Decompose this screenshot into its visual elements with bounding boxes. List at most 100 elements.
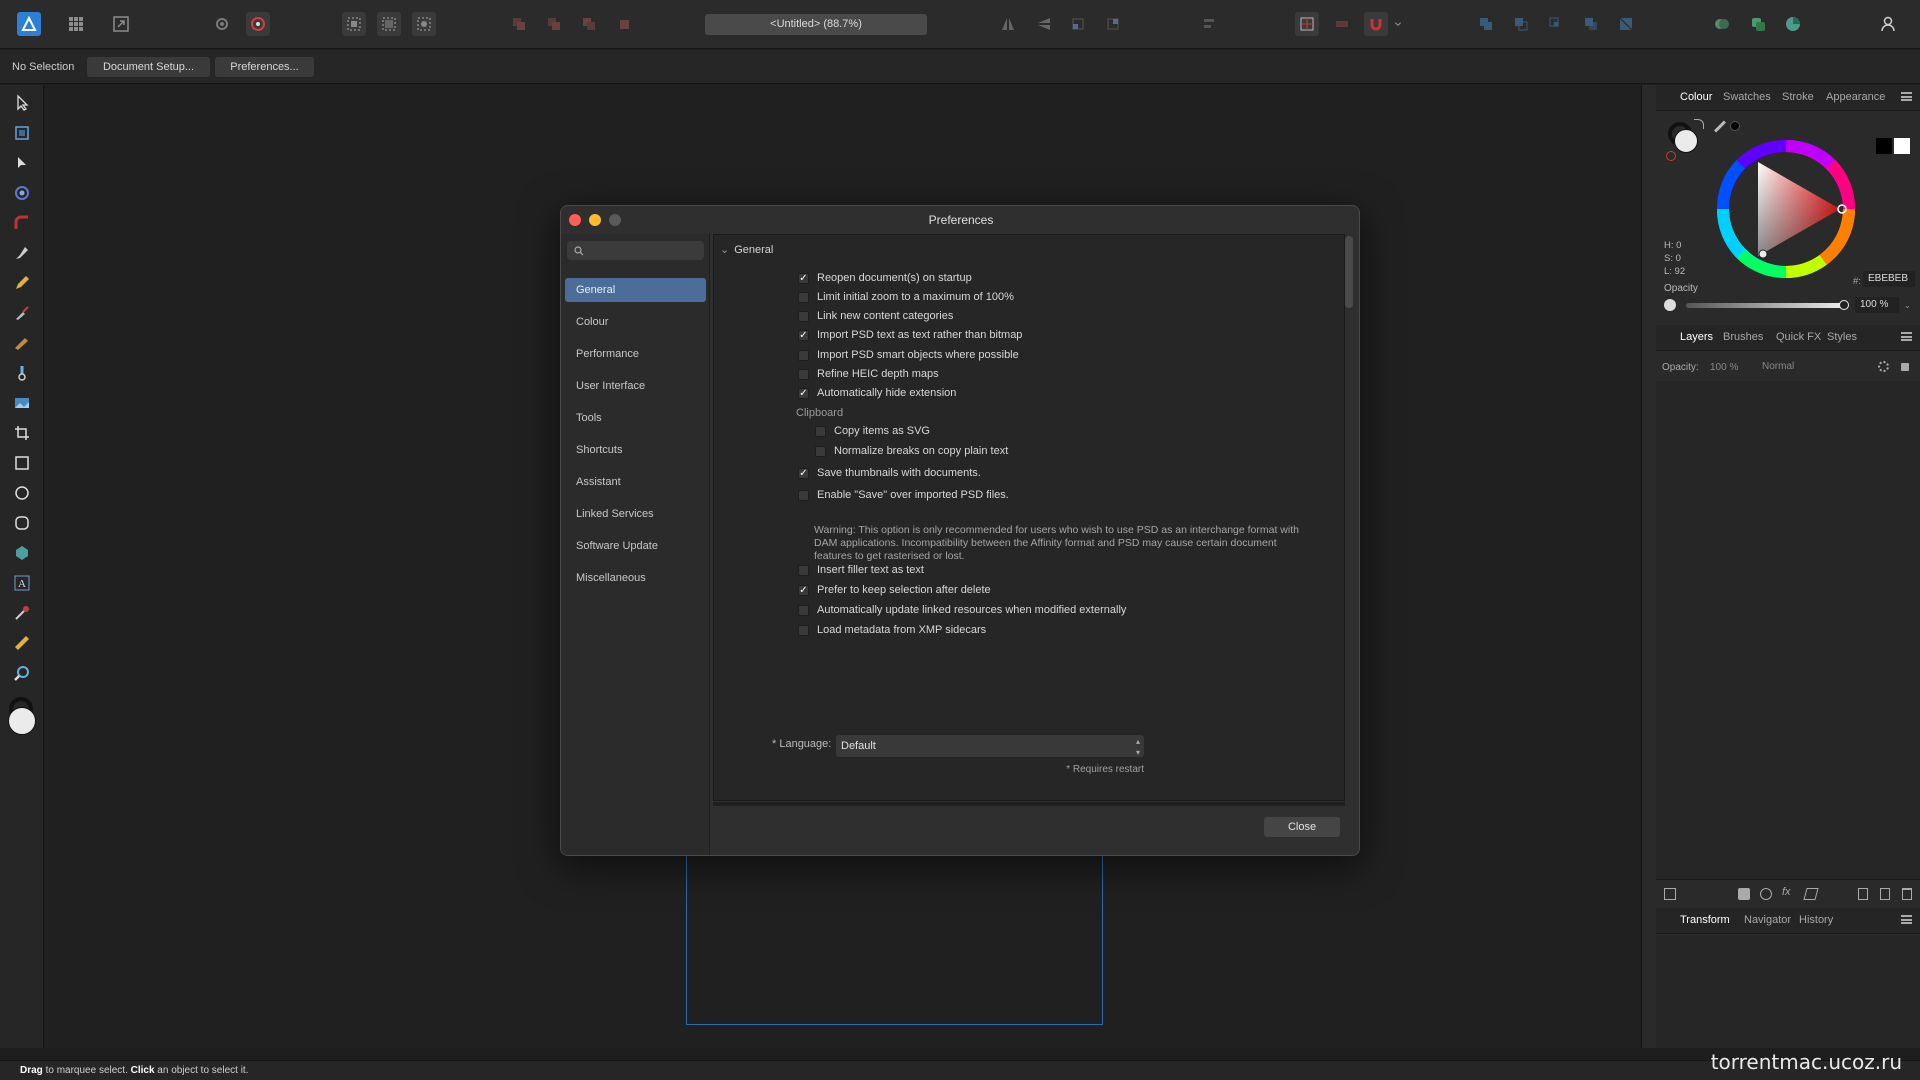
move-front-icon[interactable]: [612, 12, 636, 36]
swap-colours-icon[interactable]: [1694, 119, 1704, 129]
sidebar-item-colour[interactable]: Colour: [565, 310, 706, 334]
rotate-right-icon[interactable]: [1101, 12, 1125, 36]
place-image-tool-icon[interactable]: [10, 391, 34, 415]
document-setup-button[interactable]: Document Setup...: [87, 57, 210, 77]
sidebar-item-miscellaneous[interactable]: Miscellaneous: [565, 566, 706, 590]
text-tool-icon[interactable]: A: [10, 571, 34, 595]
preferences-button[interactable]: Preferences...: [215, 57, 314, 77]
white-swatch[interactable]: [1894, 138, 1910, 154]
flip-vertical-icon[interactable]: [1032, 12, 1056, 36]
checkbox[interactable]: [798, 624, 809, 636]
hex-value-field[interactable]: EBEBEB: [1863, 271, 1915, 287]
sidebar-item-performance[interactable]: Performance: [565, 342, 706, 366]
fill-stroke-color-well[interactable]: [8, 697, 36, 739]
picked-colour-swatch[interactable]: [1730, 121, 1740, 131]
colour-fill-circle[interactable]: [1674, 129, 1698, 153]
align-icon[interactable]: [1198, 12, 1222, 36]
studio-link-icon[interactable]: [1710, 12, 1734, 36]
boolean-xor-icon[interactable]: [1579, 12, 1603, 36]
option-import-psd-smart-objects[interactable]: Import PSD smart objects where possible: [798, 347, 1019, 363]
tab-swatches[interactable]: Swatches: [1723, 91, 1771, 103]
preferences-search-input[interactable]: [567, 241, 704, 260]
boolean-divide-icon[interactable]: [1614, 12, 1638, 36]
node-tool-icon[interactable]: [10, 151, 34, 175]
no-colour-icon[interactable]: [1666, 151, 1676, 161]
layer-opacity-value[interactable]: 100 %: [1710, 362, 1738, 373]
tab-transform[interactable]: Transform: [1680, 914, 1730, 926]
zoom-tool-icon[interactable]: [10, 661, 34, 685]
option-save-over-psd[interactable]: Enable "Save" over imported PSD files.: [798, 487, 1009, 503]
contour-tool-icon[interactable]: [10, 181, 34, 205]
add-pixel-layer-icon[interactable]: [1738, 888, 1750, 900]
shape-tool-icon[interactable]: [10, 541, 34, 565]
rounded-rectangle-tool-icon[interactable]: [10, 511, 34, 535]
sidebar-item-assistant[interactable]: Assistant: [565, 470, 706, 494]
color-picker-tool-icon[interactable]: [10, 601, 34, 625]
opacity-value-field[interactable]: 100 %: [1855, 297, 1899, 313]
sidebar-item-linked-services[interactable]: Linked Services: [565, 502, 706, 526]
tab-navigator[interactable]: Navigator: [1744, 914, 1791, 926]
boolean-subtract-icon[interactable]: [1509, 12, 1533, 36]
checkbox[interactable]: [815, 425, 826, 437]
content-scrollbar[interactable]: [1345, 236, 1353, 308]
checkbox[interactable]: ✓: [798, 387, 809, 399]
opacity-slider-thumb[interactable]: [1839, 300, 1849, 310]
boolean-intersect-icon[interactable]: [1544, 12, 1568, 36]
move-backward-icon[interactable]: [542, 12, 566, 36]
transform-panel-menu-icon[interactable]: [1901, 915, 1912, 924]
colour-panel-menu-icon[interactable]: [1901, 92, 1912, 101]
artboard-tool-icon[interactable]: [10, 121, 34, 145]
checkbox[interactable]: [798, 310, 809, 322]
checkbox[interactable]: [798, 291, 809, 303]
rectangle-tool-icon[interactable]: [10, 451, 34, 475]
fill-color-swatch[interactable]: [8, 707, 36, 735]
tab-colour[interactable]: Colour: [1680, 91, 1712, 103]
document-title[interactable]: <Untitled> (88.7%): [705, 14, 927, 35]
canvas-scroll-strip[interactable]: [1641, 85, 1656, 1048]
pen-tool-icon[interactable]: [10, 241, 34, 265]
select-all-icon[interactable]: [342, 12, 366, 36]
crop-tool-icon[interactable]: [10, 421, 34, 445]
tab-appearance[interactable]: Appearance: [1826, 91, 1885, 103]
export-persona-icon[interactable]: [109, 12, 133, 36]
option-refine-heic[interactable]: Refine HEIC depth maps: [798, 366, 939, 382]
snap-grid-icon[interactable]: [1295, 12, 1319, 36]
checkbox[interactable]: ✓: [798, 467, 809, 479]
pencil-tool-icon[interactable]: [10, 271, 34, 295]
option-normalize-breaks[interactable]: Normalize breaks on copy plain text: [815, 443, 1008, 459]
delete-layer-icon[interactable]: [1880, 888, 1890, 900]
checkbox[interactable]: [798, 564, 809, 576]
fx-icon[interactable]: fx: [1782, 886, 1791, 898]
persona-switch-icon[interactable]: [1746, 12, 1770, 36]
layer-lock-icon[interactable]: [1901, 363, 1909, 371]
sidebar-item-user-interface[interactable]: User Interface: [565, 374, 706, 398]
tab-stroke[interactable]: Stroke: [1782, 91, 1814, 103]
option-save-thumbnails[interactable]: ✓ Save thumbnails with documents.: [798, 465, 981, 481]
checkbox[interactable]: ✓: [798, 584, 809, 596]
tab-history[interactable]: History: [1799, 914, 1833, 926]
option-copy-as-svg[interactable]: Copy items as SVG: [815, 423, 930, 439]
sidebar-item-tools[interactable]: Tools: [565, 406, 706, 430]
option-keep-selection[interactable]: ✓ Prefer to keep selection after delete: [798, 582, 991, 598]
tab-layers[interactable]: Layers: [1680, 331, 1713, 343]
checkbox[interactable]: [815, 445, 826, 457]
option-xmp-sidecars[interactable]: Load metadata from XMP sidecars: [798, 622, 986, 638]
flip-horizontal-icon[interactable]: [996, 12, 1020, 36]
corner-tool-icon[interactable]: [10, 211, 34, 235]
rotate-left-icon[interactable]: [1066, 12, 1090, 36]
black-white-swatch[interactable]: [1876, 138, 1892, 154]
vector-brush-tool-icon[interactable]: [10, 301, 34, 325]
option-hide-extension[interactable]: ✓ Automatically hide extension: [798, 385, 956, 401]
checkbox[interactable]: ✓: [798, 329, 809, 341]
option-filler-text[interactable]: Insert filler text as text: [798, 562, 924, 578]
section-header[interactable]: ⌄ General: [720, 243, 773, 256]
measure-tool-icon[interactable]: [10, 631, 34, 655]
checkbox[interactable]: [798, 349, 809, 361]
ellipse-tool-icon[interactable]: [10, 481, 34, 505]
snap-guides-icon[interactable]: [1330, 12, 1354, 36]
snapping-magnet-icon[interactable]: [1364, 12, 1388, 36]
fill-tool-icon[interactable]: [10, 361, 34, 385]
layer-mask-icon[interactable]: [1664, 888, 1676, 900]
grid-persona-icon[interactable]: [64, 12, 88, 36]
layers-panel-menu-icon[interactable]: [1901, 332, 1912, 341]
